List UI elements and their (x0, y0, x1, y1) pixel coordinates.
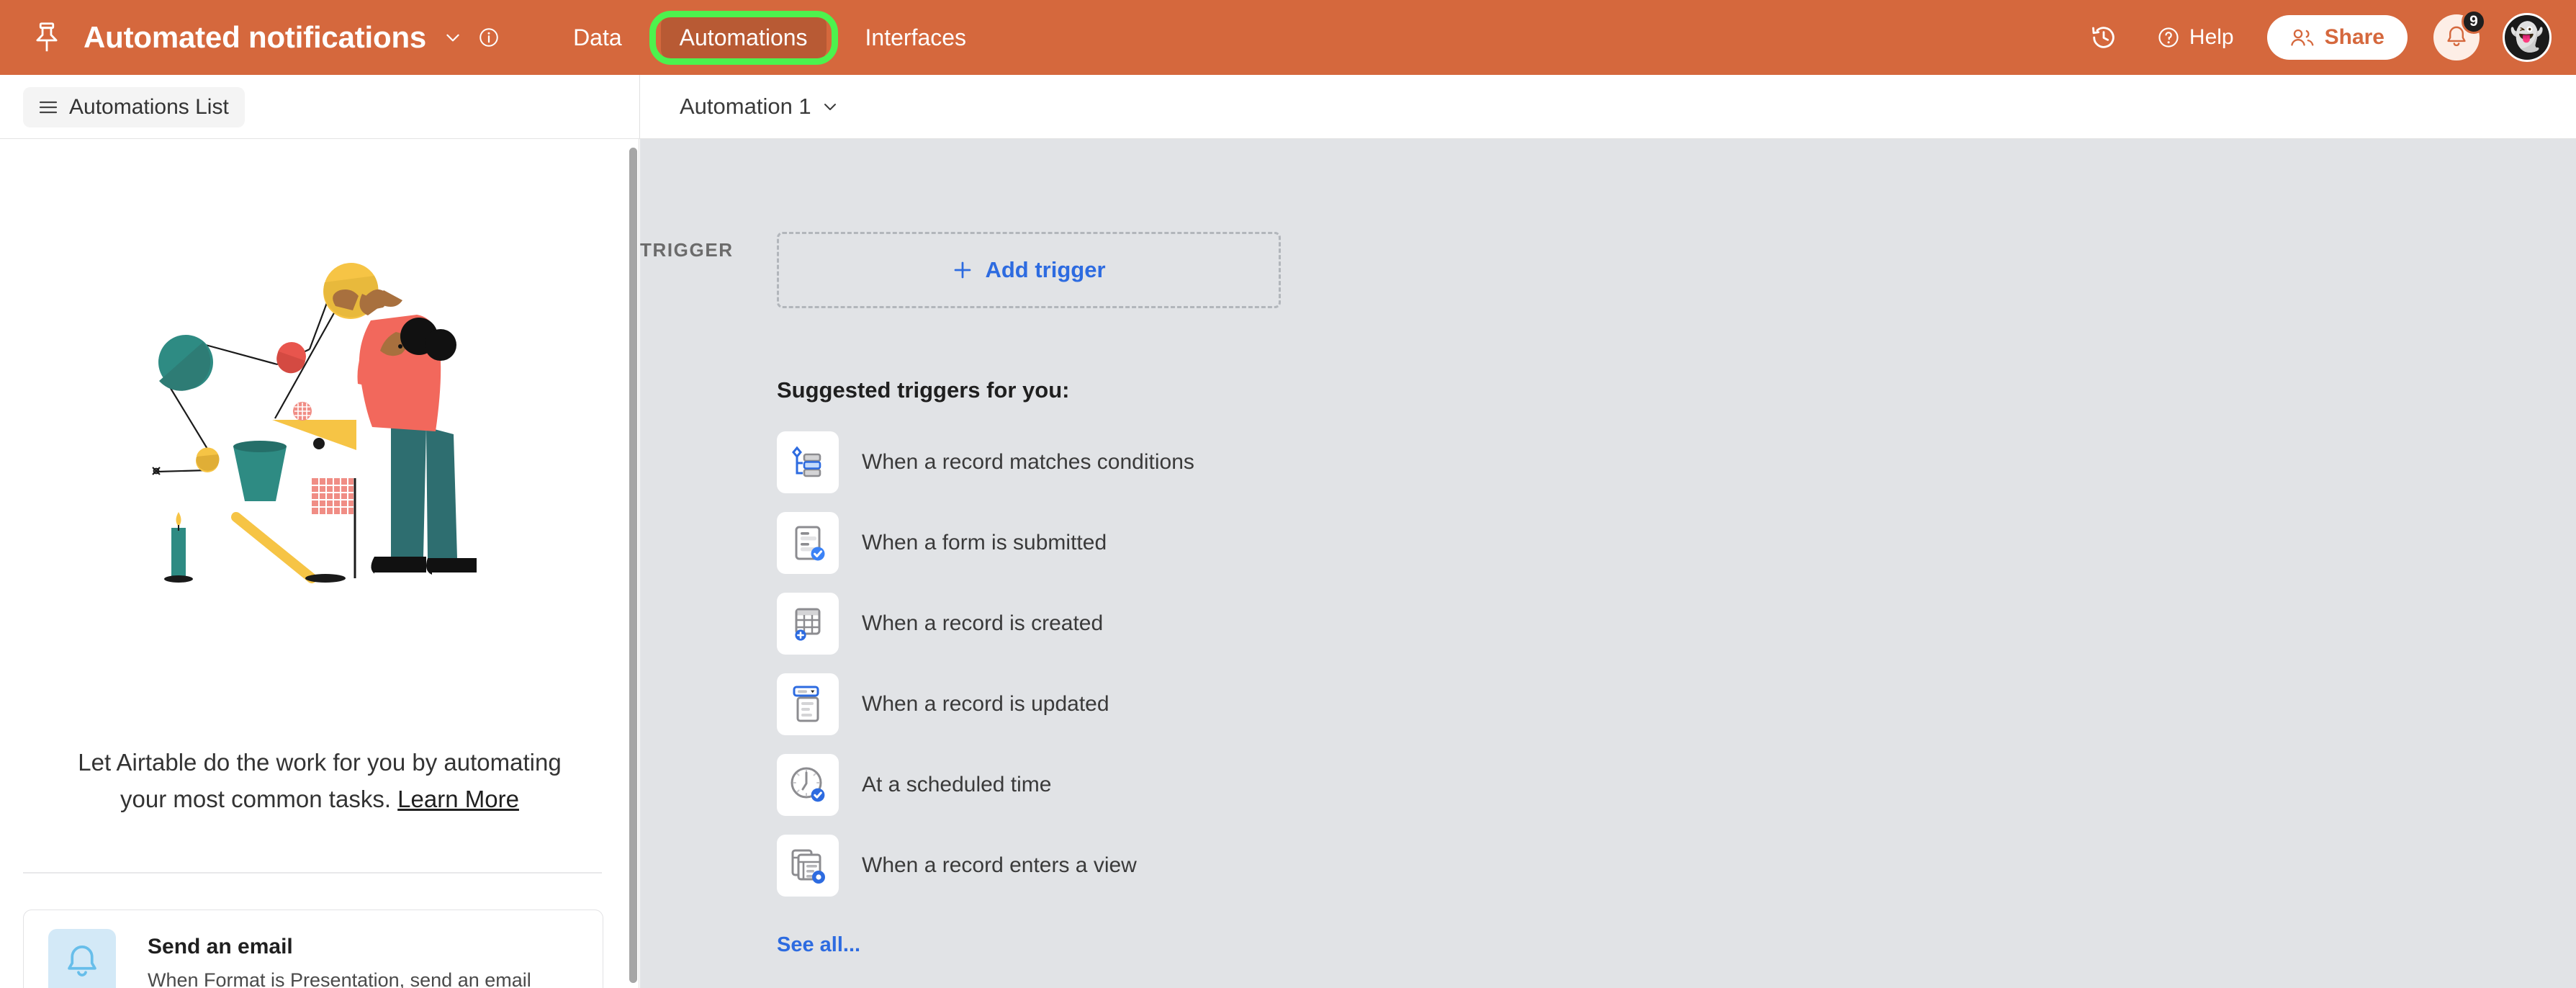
chevron-down-icon (824, 104, 836, 110)
trigger-label: At a scheduled time (862, 773, 1052, 796)
record-created-icon (795, 608, 821, 641)
chevron-down-icon[interactable] (443, 28, 462, 47)
suggested-triggers-list: When a record matches conditions When a … (777, 422, 1194, 906)
main-nav-tabs: Data Automations Interfaces (544, 0, 995, 75)
sidebar-divider (23, 872, 602, 874)
tab-wrap-data: Data (554, 24, 641, 51)
avatar[interactable]: 👻 (2503, 13, 2552, 62)
tab-wrap-automations: Automations (649, 10, 838, 65)
automation-toolbar: Automations List Automation 1 (0, 75, 2576, 139)
app-header: Automated notifications Data Automations… (0, 0, 2576, 75)
page-title: Automated notifications (84, 20, 427, 54)
trigger-label: When a record is created (862, 611, 1104, 635)
empty-text-line1: Let Airtable do the work for you by auto… (78, 749, 562, 776)
trigger-section-label: TRIGGER (640, 239, 734, 261)
plus-icon (955, 261, 971, 279)
trigger-label: When a record enters a view (862, 853, 1137, 877)
notifications-button[interactable]: 9 (2433, 9, 2486, 60)
question-circle-icon (2158, 27, 2179, 48)
card-title: Send an email (148, 935, 293, 958)
history-clock-icon[interactable] (2089, 23, 2118, 52)
sidebar-scrollbar[interactable] (629, 148, 637, 983)
record-conditions-icon (792, 446, 821, 477)
trigger-item-record-enters-view[interactable]: When a record enters a view (777, 825, 1194, 906)
add-trigger-button[interactable]: Add trigger (777, 232, 1281, 308)
trigger-item-scheduled-time[interactable]: At a scheduled time (777, 745, 1194, 825)
form-submitted-icon (795, 526, 825, 561)
help-label: Help (2189, 25, 2234, 49)
info-circle-icon[interactable] (478, 27, 500, 48)
trigger-icon-box (777, 673, 839, 735)
trigger-icon-box (777, 593, 839, 655)
automation-card-send-email[interactable]: Send an email When Format is Presentatio… (23, 910, 603, 988)
suggested-triggers-heading: Suggested triggers for you: (777, 377, 1070, 403)
trigger-icon-box (777, 431, 839, 493)
share-button[interactable]: Share (2266, 15, 2408, 60)
tab-wrap-interfaces: Interfaces (847, 24, 986, 51)
automations-list-label: Automations List (69, 95, 229, 119)
scheduled-time-icon (791, 767, 825, 802)
trigger-item-record-matches-conditions[interactable]: When a record matches conditions (777, 422, 1194, 503)
card-icon-wrap (48, 929, 116, 988)
trigger-item-record-updated[interactable]: When a record is updated (777, 664, 1194, 745)
trigger-label: When a record is updated (862, 692, 1109, 716)
automation-name-label: Automation 1 (680, 94, 811, 119)
sidebar-empty-state-text: Let Airtable do the work for you by auto… (52, 744, 587, 817)
bell-icon (68, 946, 96, 976)
automations-sidebar: Let Airtable do the work for you by auto… (0, 139, 639, 988)
see-all-triggers-link[interactable]: See all... (777, 933, 860, 957)
ghost-avatar-icon: 👻 (2510, 22, 2544, 53)
record-updated-icon (793, 686, 819, 722)
notification-count-badge: 9 (2462, 9, 2486, 34)
empty-text-line2: your most common tasks. (120, 786, 391, 813)
card-subtitle: When Format is Presentation, send an ema… (148, 969, 531, 988)
toolbar-divider (639, 75, 640, 139)
hamburger-menu-icon (39, 101, 58, 114)
pushpin-icon[interactable] (32, 21, 62, 54)
learn-more-link[interactable]: Learn More (397, 786, 519, 812)
trigger-icon-box (777, 835, 839, 897)
add-trigger-label: Add trigger (985, 257, 1106, 282)
record-enters-view-icon (791, 849, 825, 884)
automations-list-button[interactable]: Automations List (23, 87, 245, 127)
help-button[interactable]: Help (2157, 25, 2234, 50)
trigger-item-record-created[interactable]: When a record is created (777, 583, 1194, 664)
tab-data[interactable]: Data (554, 15, 641, 60)
automation-name-dropdown[interactable]: Automation 1 (680, 94, 839, 120)
people-icon (2290, 29, 2314, 46)
automation-machine-illustration (152, 263, 477, 583)
trigger-label: When a record matches conditions (862, 450, 1194, 474)
trigger-item-form-submitted[interactable]: When a form is submitted (777, 503, 1194, 583)
trigger-label: When a form is submitted (862, 531, 1107, 554)
header-right-actions: Help Share 9 👻 (2089, 9, 2576, 62)
share-label: Share (2324, 25, 2384, 49)
trigger-icon-box (777, 512, 839, 574)
tab-automations[interactable]: Automations (660, 14, 827, 60)
trigger-icon-box (777, 754, 839, 816)
tab-interfaces[interactable]: Interfaces (847, 15, 986, 60)
